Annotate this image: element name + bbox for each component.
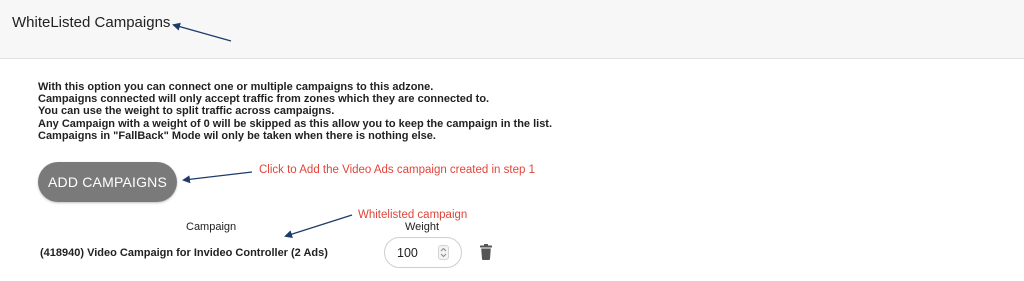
page-title: WhiteListed Campaigns [12, 14, 171, 31]
spinner-arrows-icon[interactable] [438, 245, 449, 260]
campaign-name: (418940) Video Campaign for Invideo Cont… [40, 247, 328, 259]
campaign-row-arrow [284, 214, 353, 238]
description-line: Campaigns in "FallBack" Mode wil only be… [38, 129, 436, 142]
campaign-column-header: Campaign [186, 221, 237, 233]
trash-icon[interactable] [479, 244, 493, 260]
add-campaign-annotation: Click to Add the Video Ads campaign crea… [259, 164, 535, 176]
whitelisted-annotation: Whitelisted campaign [358, 209, 468, 221]
description-line: You can use the weight to split traffic … [38, 105, 335, 118]
description-line: Any Campaign with a weight of 0 will be … [38, 117, 553, 130]
section-header: WhiteListed Campaigns [0, 0, 1024, 59]
weight-column-header: Weight [405, 221, 440, 233]
weight-value: 100 [397, 246, 418, 260]
description-line: Campaigns connected will only accept tra… [38, 93, 490, 106]
add-button-arrow [182, 171, 253, 184]
weight-input[interactable]: 100 [384, 237, 462, 268]
description-text: With this option you can connect one or … [38, 81, 552, 142]
add-campaigns-button[interactable]: ADD CAMPAIGNS [38, 162, 177, 202]
description-line: With this option you can connect one or … [38, 81, 434, 93]
